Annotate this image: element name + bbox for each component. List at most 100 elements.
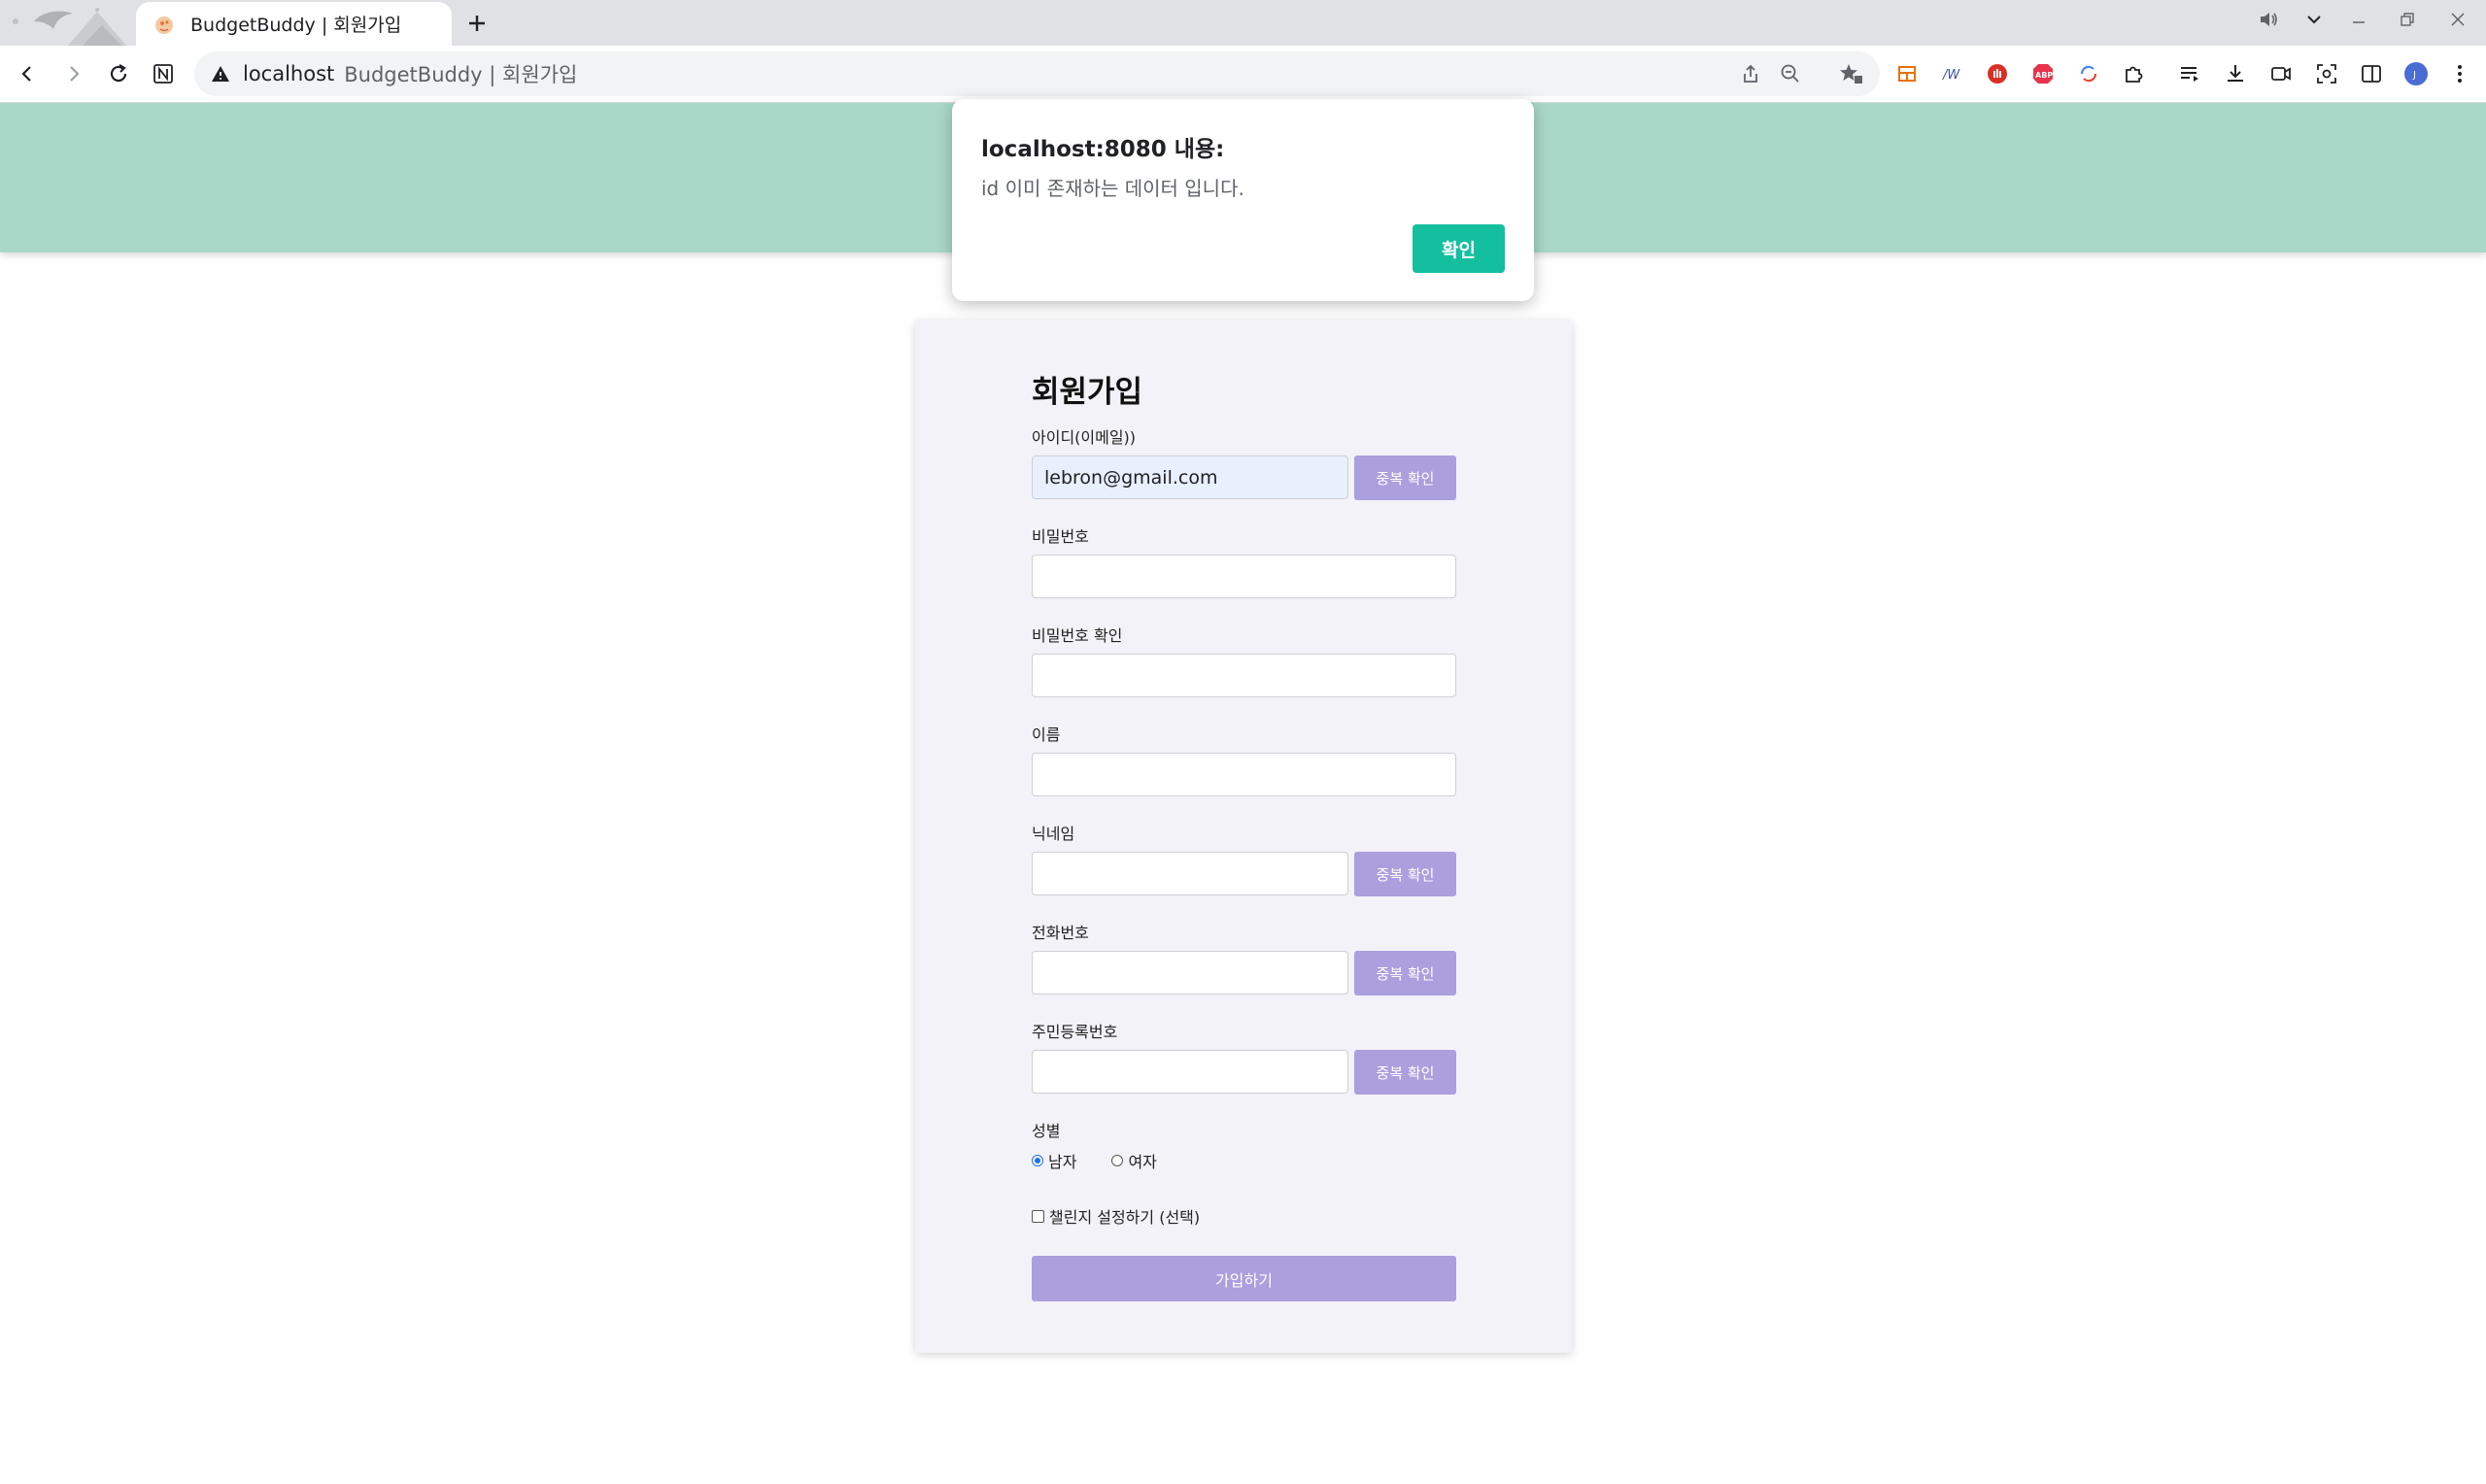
gender-male-radio[interactable] [1032, 1155, 1043, 1166]
reading-list-button[interactable] [2173, 57, 2206, 90]
extension-translate-button[interactable]: /W [1936, 57, 1969, 90]
phone-duplicate-check-button[interactable]: 중복 확인 [1354, 951, 1456, 995]
extension-sync-button[interactable] [2072, 57, 2105, 90]
minimize-icon [2353, 21, 2365, 23]
gender-radio-group: 남자 여자 [1032, 1149, 1157, 1172]
name-label: 이름 [1032, 725, 1061, 744]
bookmark-button[interactable] [1836, 58, 1867, 89]
password-input[interactable] [1032, 555, 1456, 598]
challenge-label[interactable]: 챌린지 설정하기 (선택) [1049, 1204, 1200, 1228]
adblock-plus-button[interactable]: ABP [2026, 57, 2060, 90]
reading-list-icon [2181, 67, 2198, 82]
new-tab-button[interactable] [460, 7, 494, 40]
back-button[interactable] [10, 56, 45, 91]
minimize-button[interactable] [2339, 4, 2378, 35]
browser-tabstrip: BudgetBuddy | 회원가입 [0, 0, 2486, 46]
screenshot-button[interactable] [2310, 57, 2343, 90]
speaker-icon [2261, 13, 2277, 26]
password-label: 비밀번호 [1032, 527, 1089, 546]
svg-text:ABP: ABP [2035, 71, 2053, 80]
address-page-title: BudgetBuddy | 회원가입 [344, 63, 578, 86]
id-label: 아이디(이메일)) [1032, 428, 1137, 447]
id-email-input[interactable]: lebron@gmail.com [1032, 455, 1348, 499]
address-host: localhost [243, 62, 335, 85]
reload-button[interactable] [101, 56, 136, 91]
challenge-checkbox[interactable] [1032, 1209, 1044, 1223]
download-icon [2228, 65, 2243, 82]
notion-extension-button[interactable] [146, 56, 181, 91]
alert-title: localhost:8080 내용: [981, 137, 1225, 162]
tab-title: BudgetBuddy | 회원가입 [190, 15, 402, 36]
alert-message: id 이미 존재하는 데이터 입니다. [981, 177, 1244, 200]
phone-label: 전화번호 [1032, 924, 1089, 942]
chevron-down-icon [2307, 16, 2321, 24]
alert-dialog: localhost:8080 내용: id 이미 존재하는 데이터 입니다. 확… [952, 99, 1534, 301]
phone-input[interactable] [1032, 951, 1348, 995]
media-control-button[interactable] [2250, 4, 2289, 35]
gender-male-label[interactable]: 남자 [1048, 1149, 1076, 1172]
screenshot-icon [2317, 64, 2336, 84]
side-panel-button[interactable] [2355, 57, 2388, 90]
share-icon [1744, 64, 1757, 83]
star-bookmark-icon [1840, 64, 1862, 84]
page-title: 회원가입 [1032, 375, 1143, 410]
restore-button[interactable] [2388, 4, 2427, 35]
close-icon [2451, 13, 2465, 26]
active-tab[interactable]: BudgetBuddy | 회원가입 [136, 2, 452, 46]
sync-extension-icon [2080, 65, 2097, 83]
arrow-right-icon [70, 66, 80, 82]
translate-extension-icon: /W [1942, 68, 1960, 83]
avatar-icon: J [2404, 62, 2428, 85]
nickname-duplicate-check-button[interactable]: 중복 확인 [1354, 852, 1456, 896]
layout-grid-icon [1898, 66, 1916, 82]
browser-toolbar: localhost BudgetBuddy | 회원가입 /W ABP J [0, 46, 2486, 103]
extension-layout-button[interactable] [1890, 57, 1924, 90]
reload-icon [110, 64, 127, 83]
id-email-value: lebron@gmail.com [1044, 466, 1218, 489]
signup-form-card: 회원가입 아이디(이메일)) lebron@gmail.com 중복 확인 비밀… [915, 320, 1572, 1353]
arrow-left-icon [21, 66, 31, 82]
zoom-button[interactable] [1775, 58, 1806, 89]
nickname-label: 닉네임 [1032, 825, 1075, 843]
rrn-label: 주민등록번호 [1032, 1023, 1118, 1041]
tab-search-button[interactable] [2295, 4, 2333, 35]
budgetbuddy-favicon-icon [152, 12, 177, 37]
extension-block-button[interactable] [1981, 57, 2014, 90]
gender-female-radio[interactable] [1111, 1155, 1124, 1166]
forward-button[interactable] [56, 56, 91, 91]
gender-label: 성별 [1032, 1122, 1061, 1140]
downloads-button[interactable] [2219, 57, 2252, 90]
puzzle-icon [2126, 66, 2143, 83]
share-button[interactable] [1735, 58, 1766, 89]
address-bar[interactable]: localhost BudgetBuddy | 회원가입 [194, 51, 1880, 96]
extensions-menu-button[interactable] [2117, 57, 2150, 90]
more-vertical-icon [2458, 65, 2462, 83]
restore-icon [2401, 13, 2414, 26]
nickname-input[interactable] [1032, 852, 1348, 895]
signup-submit-button[interactable]: 가입하기 [1032, 1256, 1456, 1301]
side-panel-icon [2362, 65, 2381, 83]
notion-icon [153, 64, 173, 84]
name-input[interactable] [1032, 753, 1456, 796]
not-secure-warning-icon[interactable] [210, 63, 231, 84]
tabstrip-decoration [0, 0, 136, 46]
plus-icon [469, 16, 485, 31]
password-confirm-label: 비밀번호 확인 [1032, 626, 1123, 645]
profile-avatar-button[interactable]: J [2400, 57, 2433, 90]
video-icon [2271, 67, 2291, 81]
gender-female-label[interactable]: 여자 [1128, 1149, 1156, 1172]
alert-ok-button[interactable]: 확인 [1413, 224, 1505, 273]
adblock-plus-icon: ABP [2033, 64, 2053, 84]
password-confirm-input[interactable] [1032, 654, 1456, 697]
svg-text:/W: /W [1942, 68, 1960, 83]
close-window-button[interactable] [2438, 4, 2477, 35]
rrn-duplicate-check-button[interactable]: 중복 확인 [1354, 1050, 1456, 1095]
rrn-input[interactable] [1032, 1050, 1348, 1094]
id-duplicate-check-button[interactable]: 중복 확인 [1354, 455, 1456, 500]
cast-button[interactable] [2265, 57, 2298, 90]
challenge-option: 챌린지 설정하기 (선택) [1032, 1204, 1200, 1228]
svg-text:J: J [2412, 70, 2416, 81]
zoom-out-icon [1781, 64, 1799, 83]
browser-menu-button[interactable] [2443, 57, 2476, 90]
hand-stop-icon [1988, 64, 2007, 84]
